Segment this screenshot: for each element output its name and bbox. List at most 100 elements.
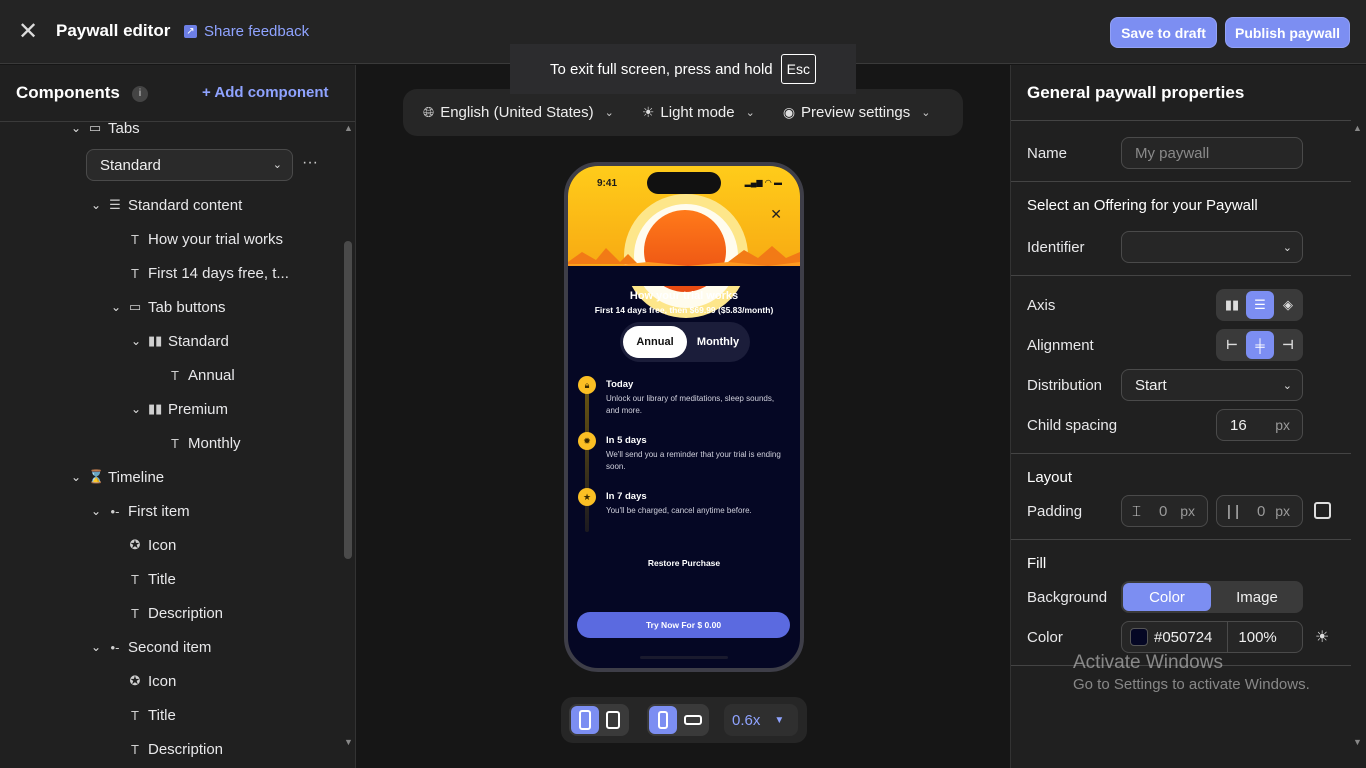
tablet-device-button[interactable] [599, 706, 627, 734]
add-component-label: Add component [214, 84, 329, 101]
scroll-down-icon[interactable]: ▼ [1353, 737, 1362, 747]
tree-item-icon[interactable]: ✪ Icon [128, 533, 177, 557]
tree-item-annual[interactable]: T Annual [168, 363, 235, 387]
tree-item-tab-buttons[interactable]: ⌄ ▭ Tab buttons [108, 295, 226, 319]
components-header: Components i + Add component [0, 65, 355, 122]
axis-vertical-icon[interactable]: ☰ [1246, 291, 1274, 319]
close-icon[interactable]: ✕ [17, 20, 39, 44]
text-icon: T [131, 571, 139, 587]
scrollbar-thumb[interactable] [344, 241, 352, 559]
tree-item-timeline[interactable]: ⌄ ⌛ Timeline [68, 465, 164, 489]
identifier-label: Identifier [1027, 239, 1085, 256]
tree-item-label: Standard [168, 332, 229, 350]
tree-item-first-item[interactable]: ⌄ •- First item [88, 499, 190, 523]
tab-annual[interactable]: Annual [623, 326, 687, 358]
divider [1227, 622, 1229, 652]
chevron-down-icon[interactable]: ⌄ [88, 198, 104, 212]
tree-item-title[interactable]: T Title [128, 567, 176, 591]
fullscreen-toast-text: To exit full screen, press and hold [550, 60, 773, 78]
padding-all-sides-icon[interactable] [1314, 502, 1331, 519]
background-type-toggle: Color Image [1121, 581, 1303, 613]
try-now-button[interactable]: Try Now For $ 0.00 [577, 612, 790, 638]
divider [1011, 453, 1351, 454]
add-component-button[interactable]: + Add component [202, 84, 329, 101]
tree-item-premium[interactable]: ⌄ ▮▮ Premium [128, 397, 228, 421]
padding-horizontal-value: 0 [1256, 502, 1266, 520]
timeline-title: In 5 days [606, 435, 647, 446]
tab-monthly[interactable]: Monthly [690, 326, 746, 358]
zoom-select[interactable]: 0.6x ▼ [724, 704, 798, 736]
bell-icon: ✹ [578, 432, 596, 450]
publish-button[interactable]: Publish paywall [1225, 17, 1350, 48]
scroll-up-icon[interactable]: ▲ [1353, 123, 1362, 133]
scroll-down-icon[interactable]: ▼ [344, 737, 353, 747]
color-swatch[interactable] [1130, 628, 1148, 646]
tree-item-monthly[interactable]: T Monthly [168, 431, 241, 455]
tree-item-description[interactable]: T Description [128, 737, 223, 761]
phone-device-button[interactable] [571, 706, 599, 734]
language-select[interactable]: 🌐︎ English (United States) ⌄ [423, 104, 614, 121]
tree-item-second-item[interactable]: ⌄ •- Second item [88, 635, 211, 659]
chevron-down-icon[interactable]: ⌄ [128, 334, 144, 348]
padding-vertical-icon: ⌶ [1132, 502, 1142, 520]
share-feedback-link[interactable]: ↗ Share feedback [184, 23, 309, 40]
chevron-down-icon: ⌄ [272, 159, 282, 171]
tree-item-standard[interactable]: ⌄ ▮▮ Standard [128, 329, 229, 353]
tree-item-standard-content[interactable]: ⌄ ☰ Standard content [88, 193, 242, 217]
child-spacing-label: Child spacing [1027, 417, 1118, 434]
mode-select[interactable]: ☀ Light mode ⌄ [642, 104, 755, 121]
dynamic-island [647, 172, 721, 194]
align-left-icon[interactable]: ⊢ [1218, 331, 1246, 359]
paywall-title: How your trial works [629, 290, 739, 302]
close-icon[interactable]: ✕ [770, 206, 782, 223]
scroll-up-icon[interactable]: ▲ [344, 123, 353, 133]
save-draft-button[interactable]: Save to draft [1110, 17, 1217, 48]
timeline-rail [585, 382, 589, 532]
more-options-icon[interactable]: ··· [302, 154, 318, 172]
padding-horizontal-input[interactable]: | | 0 px [1216, 495, 1303, 527]
chevron-down-icon[interactable]: ⌄ [68, 470, 84, 484]
bg-image-option[interactable]: Image [1213, 583, 1301, 611]
components-panel: Components i + Add component ⌄ ▭ Tabs St… [0, 65, 356, 768]
chevron-down-icon[interactable]: ⌄ [108, 300, 124, 314]
axis-layers-icon[interactable]: ◈ [1274, 291, 1302, 319]
background-label: Background [1027, 589, 1108, 606]
portrait-button[interactable] [649, 706, 677, 734]
distribution-select[interactable]: Start ⌄ [1121, 369, 1303, 401]
tab-variant-select[interactable]: Standard ⌄ [86, 149, 293, 181]
align-center-icon[interactable]: ╪ [1246, 331, 1274, 359]
tree-item-first-14-days[interactable]: T First 14 days free, t... [128, 261, 289, 285]
chevron-down-icon[interactable]: ⌄ [88, 640, 104, 654]
chevron-down-icon[interactable]: ⌄ [128, 402, 144, 416]
color-field[interactable]: #050724 100% [1121, 621, 1303, 653]
info-icon[interactable]: i [132, 86, 148, 102]
name-field[interactable]: My paywall [1121, 137, 1303, 169]
restore-purchase-link[interactable]: Restore Purchase [568, 558, 800, 568]
padding-vertical-input[interactable]: ⌶ 0 px [1121, 495, 1208, 527]
phone-preview[interactable]: 9:41 ▂▄▆ ◠ ▬ ✕ How your trial works Firs… [564, 162, 804, 672]
color-hex[interactable]: #050724 [1154, 629, 1212, 646]
preview-settings-select[interactable]: ◉ Preview settings ⌄ [783, 104, 931, 121]
child-spacing-input[interactable]: 16 px [1216, 409, 1303, 441]
unit-label: px [1275, 503, 1290, 519]
landscape-button[interactable] [679, 706, 707, 734]
identifier-select[interactable]: ⌄ [1121, 231, 1303, 263]
tree-item-description[interactable]: T Description [128, 601, 223, 625]
lock-icon: 🔒︎ [578, 376, 596, 394]
tree-item-icon[interactable]: ✪ Icon [128, 669, 177, 693]
tree-item-how-your-trial-works[interactable]: T How your trial works [128, 227, 283, 251]
bg-color-option[interactable]: Color [1123, 583, 1211, 611]
sun-icon[interactable]: ☀ [1315, 627, 1329, 647]
color-opacity[interactable]: 100% [1238, 629, 1276, 646]
toggle-icon: ▭ [128, 299, 142, 314]
device-type-toggle [569, 704, 629, 736]
text-icon: T [131, 741, 139, 757]
align-right-icon[interactable]: ⊣ [1274, 331, 1302, 359]
tree-item-label: Icon [148, 536, 177, 554]
chevron-down-icon[interactable]: ⌄ [88, 504, 104, 518]
name-label: Name [1027, 145, 1068, 162]
battery-icon: ▂▄▆ ◠ ▬ [744, 178, 782, 187]
tree-item-title[interactable]: T Title [128, 703, 176, 727]
axis-horizontal-icon[interactable]: ▮▮ [1218, 291, 1246, 319]
chevron-down-icon[interactable]: ⌄ [68, 121, 84, 135]
